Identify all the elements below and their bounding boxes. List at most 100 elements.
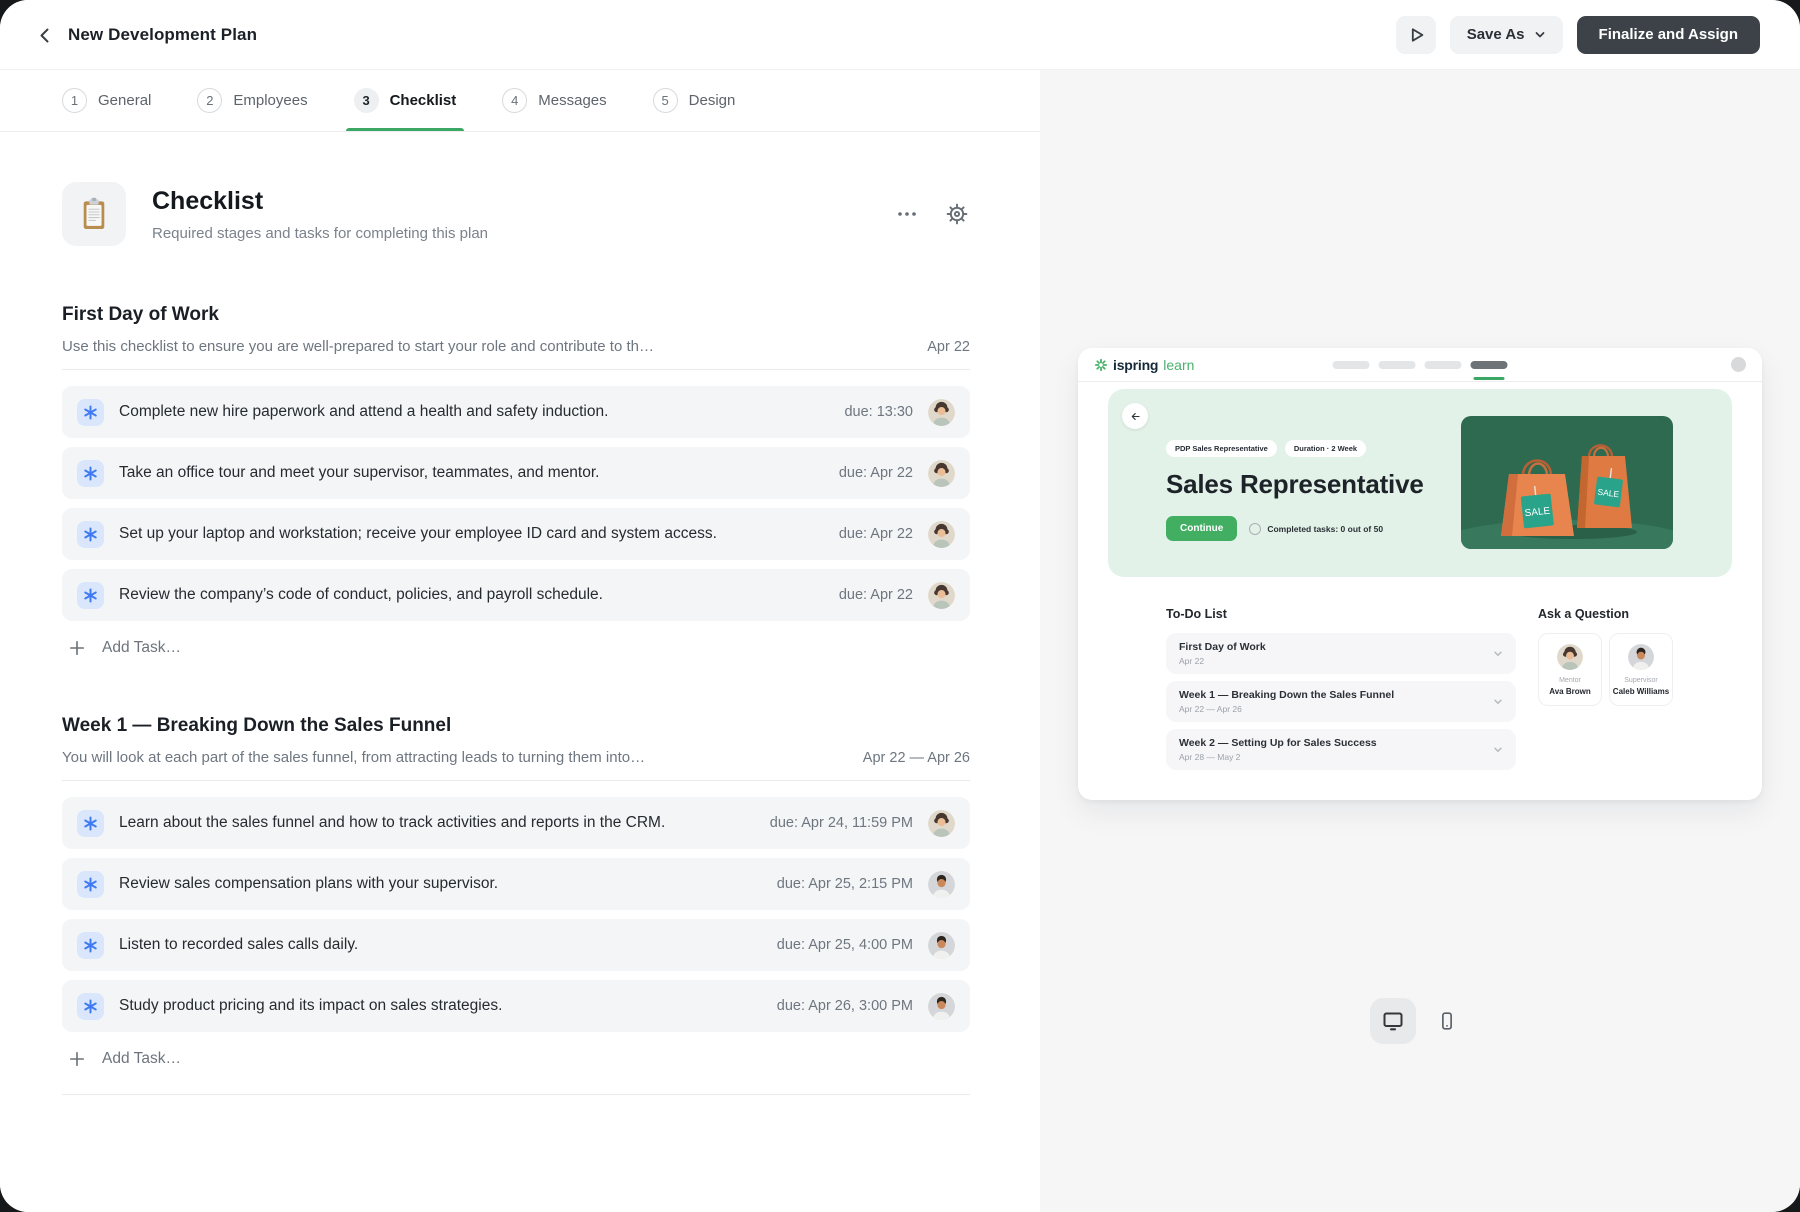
assignee-avatar (928, 399, 955, 426)
more-options-icon[interactable] (894, 201, 920, 227)
phone-icon (1436, 1010, 1458, 1032)
todo-item[interactable]: Week 1 — Breaking Down the Sales Funnel … (1166, 681, 1516, 722)
task-row[interactable]: Review sales compensation plans with you… (62, 858, 970, 910)
tab-number: 5 (653, 88, 678, 113)
task-row[interactable]: Set up your laptop and workstation; rece… (62, 508, 970, 560)
contact-role: Mentor (1559, 677, 1581, 684)
tab-employees[interactable]: 2 Employees (197, 70, 307, 131)
task-text: Listen to recorded sales calls daily. (119, 936, 358, 954)
shopping-bags-image (1461, 416, 1673, 549)
todo-list-section: To-Do List First Day of Work Apr 22 (1166, 607, 1516, 770)
task-asterisk-icon (77, 871, 104, 898)
contact-card-supervisor[interactable]: Supervisor Caleb Williams (1609, 633, 1673, 706)
page-title: New Development Plan (68, 25, 257, 45)
tab-general[interactable]: 1 General (62, 70, 151, 131)
task-row[interactable]: Study product pricing and its impact on … (62, 980, 970, 1032)
top-bar: New Development Plan Save As Finalize an… (0, 0, 1800, 70)
preview-card: ispring learn (1078, 348, 1762, 800)
topbar-actions: Save As Finalize and Assign (1396, 16, 1760, 54)
tab-label: Design (689, 92, 736, 109)
editor-panel: 1 General 2 Employees 3 Checklist 4 Mess… (0, 70, 1040, 1212)
preview-play-button[interactable] (1396, 16, 1436, 54)
task-row[interactable]: Review the company’s code of conduct, po… (62, 569, 970, 621)
clipboard-icon (62, 182, 126, 246)
step-tabs: 1 General 2 Employees 3 Checklist 4 Mess… (0, 70, 1040, 132)
task-due: due: Apr 22 (839, 587, 913, 603)
todo-dates: Apr 28 — May 2 (1179, 752, 1377, 762)
task-row[interactable]: Take an office tour and meet your superv… (62, 447, 970, 499)
plus-icon (69, 1051, 85, 1067)
checklist-subtitle: Required stages and tasks for completing… (152, 225, 488, 242)
tab-messages[interactable]: 4 Messages (502, 70, 606, 131)
task-text: Complete new hire paperwork and attend a… (119, 403, 608, 421)
task-due: due: Apr 26, 3:00 PM (777, 998, 913, 1014)
add-task-label: Add Task… (102, 1050, 181, 1068)
desktop-preview-button[interactable] (1370, 998, 1416, 1044)
tab-label: Checklist (390, 92, 457, 109)
task-due: due: Apr 22 (839, 526, 913, 542)
assignee-avatar (928, 521, 955, 548)
checklist-section: Week 1 — Breaking Down the Sales Funnel … (62, 715, 970, 1095)
section-title: Week 1 — Breaking Down the Sales Funnel (62, 715, 970, 737)
progress-circle-icon (1249, 523, 1261, 535)
add-task-button[interactable]: Add Task… (62, 639, 970, 657)
task-due: due: Apr 25, 2:15 PM (777, 876, 913, 892)
task-asterisk-icon (77, 932, 104, 959)
section-dates: Apr 22 — Apr 26 (863, 750, 970, 766)
nav-pill[interactable] (1425, 361, 1462, 369)
mobile-preview-button[interactable] (1424, 998, 1470, 1044)
task-due: due: Apr 24, 11:59 PM (770, 815, 913, 831)
nav-pill[interactable] (1333, 361, 1370, 369)
todo-title: Week 1 — Breaking Down the Sales Funnel (1179, 689, 1394, 701)
nav-pill[interactable] (1379, 361, 1416, 369)
assignee-avatar (928, 871, 955, 898)
todo-dates: Apr 22 (1179, 656, 1266, 666)
todo-dates: Apr 22 — Apr 26 (1179, 704, 1394, 714)
progress-text: Completed tasks: 0 out of 50 (1267, 524, 1383, 534)
task-due: due: Apr 22 (839, 465, 913, 481)
tab-checklist[interactable]: 3 Checklist (354, 70, 457, 131)
assignee-avatar (928, 993, 955, 1020)
section-dates: Apr 22 (927, 339, 970, 355)
divider (62, 1094, 970, 1095)
logo-product: learn (1163, 357, 1194, 373)
task-row[interactable]: Complete new hire paperwork and attend a… (62, 386, 970, 438)
continue-button[interactable]: Continue (1166, 516, 1237, 541)
chevron-down-icon (1493, 649, 1503, 659)
task-asterisk-icon (77, 521, 104, 548)
task-asterisk-icon (77, 399, 104, 426)
task-text: Learn about the sales funnel and how to … (119, 814, 665, 832)
add-task-button[interactable]: Add Task… (62, 1050, 970, 1068)
task-due: due: 13:30 (844, 404, 913, 420)
todo-item[interactable]: First Day of Work Apr 22 (1166, 633, 1516, 674)
divider (62, 369, 970, 370)
back-button[interactable] (30, 20, 60, 50)
logo-brand: ispring (1113, 357, 1158, 373)
ispring-learn-logo: ispring learn (1094, 357, 1194, 373)
task-asterisk-icon (77, 993, 104, 1020)
play-icon (1405, 24, 1427, 46)
task-row[interactable]: Listen to recorded sales calls daily. du… (62, 919, 970, 971)
tab-design[interactable]: 5 Design (653, 70, 736, 131)
todo-heading: To-Do List (1166, 607, 1516, 621)
task-asterisk-icon (77, 810, 104, 837)
course-title: Sales Representative (1166, 469, 1424, 500)
task-row[interactable]: Learn about the sales funnel and how to … (62, 797, 970, 849)
contact-card-mentor[interactable]: Mentor Ava Brown (1538, 633, 1602, 706)
section-title: First Day of Work (62, 304, 970, 326)
ask-a-question-section: Ask a Question Mentor Ava Brown Supervis… (1538, 607, 1673, 770)
section-description: You will look at each part of the sales … (62, 749, 645, 766)
gear-icon[interactable] (944, 201, 970, 227)
nav-pill-active[interactable] (1471, 361, 1508, 369)
checklist-section: First Day of Work Use this checklist to … (62, 304, 970, 657)
finalize-and-assign-button[interactable]: Finalize and Assign (1577, 16, 1760, 54)
mentor-avatar (1557, 644, 1583, 670)
save-as-button[interactable]: Save As (1450, 16, 1563, 54)
todo-item[interactable]: Week 2 — Setting Up for Sales Success Ap… (1166, 729, 1516, 770)
hero-back-button[interactable] (1122, 403, 1148, 429)
task-due: due: Apr 25, 4:00 PM (777, 937, 913, 953)
tab-number: 4 (502, 88, 527, 113)
monitor-icon (1381, 1009, 1405, 1033)
tab-number: 1 (62, 88, 87, 113)
section-description: Use this checklist to ensure you are wel… (62, 338, 654, 355)
